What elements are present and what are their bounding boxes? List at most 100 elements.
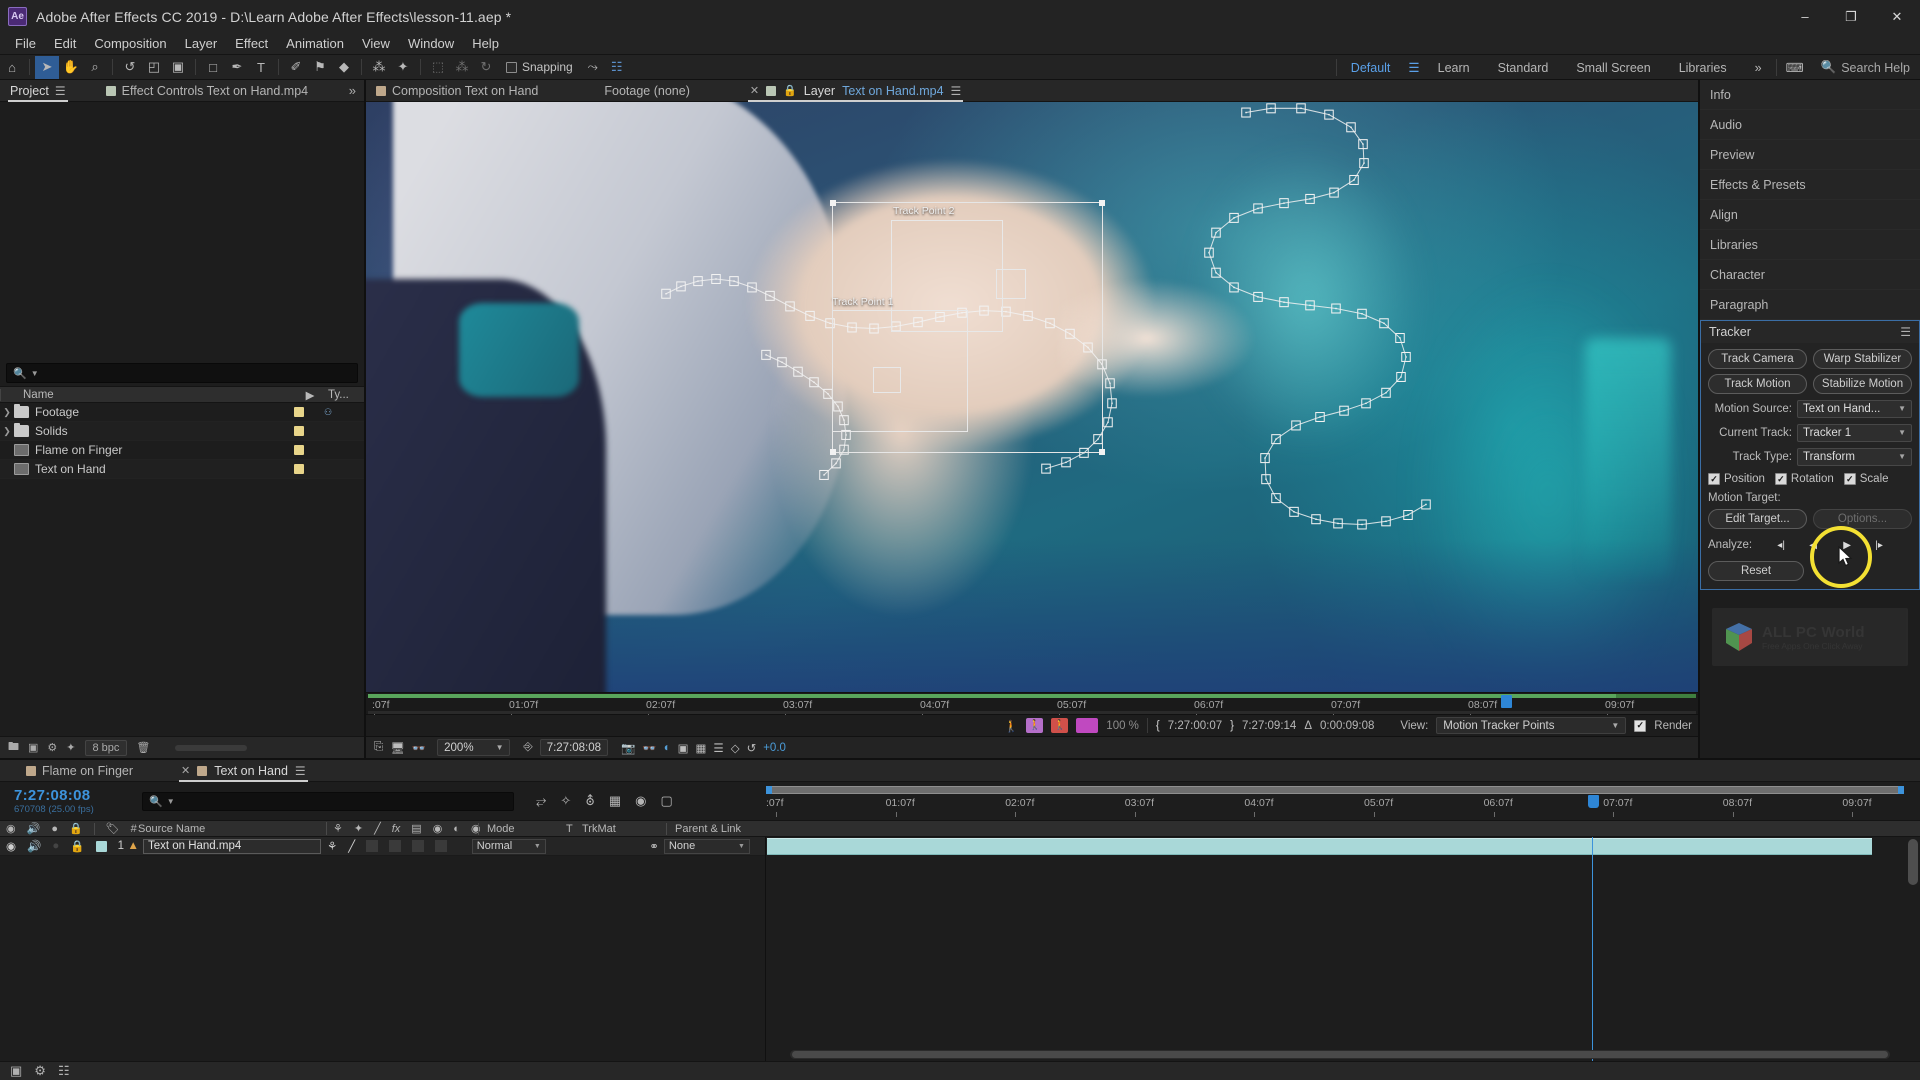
parent-pickwhip-icon[interactable]: ⚭ (649, 839, 659, 853)
frame-render-time-icon[interactable]: ⚙ (34, 1063, 46, 1079)
viewer-work-area[interactable] (368, 694, 1696, 698)
project-zoom-slider[interactable] (175, 744, 248, 751)
menu-composition[interactable]: Composition (85, 34, 175, 53)
workspace-standard[interactable]: Standard (1484, 55, 1563, 80)
panel-libraries[interactable]: Libraries (1700, 230, 1920, 260)
motion-blur-icon[interactable]: ◉ (433, 822, 443, 835)
timeline-vertical-scrollbar[interactable] (1908, 837, 1918, 1061)
analyze-1-backward-icon[interactable]: ◂| (1772, 536, 1790, 554)
hide-shy-layers-icon[interactable]: ⛢ (585, 793, 595, 809)
label-column-header-icon[interactable]: 🏷 (106, 822, 120, 835)
resolution-icon[interactable]: ▣ (678, 741, 689, 755)
lock-icon[interactable]: 🔒 (783, 84, 797, 97)
tab-flame-on-finger[interactable]: Flame on Finger (16, 760, 143, 782)
options-button[interactable]: Options... (1813, 509, 1912, 529)
track-motion-button[interactable]: Track Motion (1708, 374, 1807, 394)
mode-column-header[interactable]: Mode (478, 822, 566, 835)
distribute-tool-icon[interactable]: ⁂ (450, 56, 474, 79)
current-track-dropdown[interactable]: Tracker 1 ▼ (1797, 423, 1912, 442)
collapse-icon[interactable]: ✦ (354, 822, 363, 835)
pen-tool-icon[interactable]: ✒ (225, 56, 249, 79)
tab-composition[interactable]: Composition Text on Hand (366, 80, 548, 102)
puppet-pin-tool-icon[interactable]: ✦ (391, 56, 415, 79)
layer-label-color[interactable] (95, 840, 107, 852)
menu-file[interactable]: File (6, 34, 45, 53)
viewer-timecode[interactable]: 7:27:08:08 (539, 739, 609, 756)
project-item-row[interactable]: ❯ Footage ⚇ (0, 403, 364, 422)
analyze-backward-icon[interactable]: ◀ (1804, 536, 1822, 554)
shape-tool-icon[interactable]: □ (201, 56, 225, 79)
panel-menu-icon[interactable]: ☰ (55, 84, 66, 98)
project-item-label-color[interactable] (294, 407, 304, 417)
minimize-button[interactable]: – (1782, 0, 1828, 33)
show-snapshot-icon[interactable]: 👓 (642, 741, 656, 755)
scale-checkbox[interactable]: ✓ (1843, 473, 1856, 485)
layer-effects-toggle[interactable] (366, 840, 379, 852)
workspace-libraries[interactable]: Libraries (1665, 55, 1741, 80)
toggle-switches-modes-icon[interactable]: ▣ (10, 1063, 22, 1079)
layer-3d-toggle[interactable] (435, 840, 448, 852)
brush-tool-icon[interactable]: ✐ (284, 56, 308, 79)
layer-lock-toggle[interactable]: 🔒 (70, 839, 84, 853)
project-item-label-color[interactable] (294, 464, 304, 474)
snap-magnet-icon[interactable]: ⤳ (581, 56, 605, 79)
reset-button[interactable]: Reset (1708, 561, 1804, 581)
menu-animation[interactable]: Animation (277, 34, 353, 53)
wireframe-quality-icon[interactable]: 🚶 (1051, 718, 1069, 733)
panel-paragraph[interactable]: Paragraph (1700, 290, 1920, 320)
audio-switch-header-icon[interactable]: 🔊 (27, 822, 41, 835)
snap-grid-icon[interactable]: ☷ (605, 56, 629, 79)
layer-audio-toggle[interactable]: 🔊 (27, 839, 41, 853)
toggle-viewer-icon[interactable]: 🖥 (390, 741, 405, 755)
eraser-tool-icon[interactable]: ◆ (332, 56, 356, 79)
snapping-control[interactable]: Snapping (506, 60, 573, 74)
panel-menu-icon[interactable]: ☰ (295, 764, 306, 778)
transform-tool-icon[interactable]: ↻ (474, 56, 498, 79)
reset-exposure-icon[interactable]: ↺ (747, 741, 757, 755)
out-point-value[interactable]: 7:27:09:14 (1242, 720, 1296, 732)
layer-motion-blur-toggle[interactable] (412, 840, 425, 852)
zoom-tool-icon[interactable]: ⌕ (83, 56, 107, 79)
project-settings-icon[interactable]: ⚙ (47, 741, 57, 754)
search-help-box[interactable]: 🔍 Search Help (1813, 60, 1920, 75)
viewer-playhead[interactable] (1501, 695, 1512, 708)
magnification-dropdown[interactable]: 200% ▼ (437, 739, 511, 756)
guides-icon[interactable]: ☰ (713, 741, 723, 755)
panel-menu-icon[interactable]: ☰ (1900, 325, 1911, 339)
expand-arrow-icon[interactable]: ❯ (0, 407, 14, 418)
transparency-grid-icon[interactable]: ▦ (696, 741, 707, 755)
source-name-column-header[interactable]: Source Name (132, 823, 326, 835)
analyze-1-forward-icon[interactable]: |▸ (1870, 536, 1888, 554)
layer-viewer[interactable]: Track Point 2 Track Point 1 (366, 102, 1698, 692)
color-depth-icon[interactable]: ✦ (66, 741, 75, 754)
menu-help[interactable]: Help (463, 34, 508, 53)
project-search-box[interactable]: 🔍 ▼ (6, 363, 358, 383)
bbox-handle-bl[interactable] (830, 449, 836, 455)
maximize-button[interactable]: ❐ (1828, 0, 1874, 33)
channels-icon[interactable]: ◐ (664, 742, 671, 754)
layer-solo-toggle[interactable]: ● (52, 840, 59, 852)
graph-editor-icon[interactable]: ▢ (660, 793, 672, 809)
new-comp-icon[interactable]: ▣ (28, 741, 38, 754)
in-point-value[interactable]: 7:27:00:07 (1168, 720, 1222, 732)
edit-target-button[interactable]: Edit Target... (1708, 509, 1807, 529)
adjustment-icon[interactable]: ◐ (453, 823, 460, 835)
timeline-search-box[interactable]: 🔍 ▼ (142, 791, 514, 811)
exposure-value[interactable]: +0.0 (763, 742, 786, 754)
video-switch-header-icon[interactable]: ◉ (6, 822, 16, 835)
layer-clip-bar[interactable] (767, 838, 1872, 855)
timeline-layer-row[interactable]: ◉ 🔊 ● 🔒 1 ▲ Text on Hand.mp4 ⚘ ╱ Normal ▼ ⚭ None ▼ (0, 837, 765, 856)
resolution-swatch-icon[interactable] (1076, 718, 1099, 733)
tab-text-on-hand[interactable]: ✕ Text on Hand ☰ (171, 760, 316, 782)
3d-view-icon[interactable]: 👓 (412, 741, 426, 755)
column-header-label[interactable]: ▶ (296, 388, 324, 402)
project-item-row[interactable]: Flame on Finger (0, 441, 364, 460)
type-tool-icon[interactable]: T (249, 56, 273, 79)
workspace-learn[interactable]: Learn (1424, 55, 1484, 80)
expand-arrow-icon[interactable]: ❯ (0, 426, 14, 437)
draft-quality-icon[interactable]: 🚶 (1026, 718, 1044, 733)
layer-frame-blend-toggle[interactable] (389, 840, 402, 852)
panel-character[interactable]: Character (1700, 260, 1920, 290)
rotation-tool-icon[interactable]: ↺ (118, 56, 142, 79)
project-search-input[interactable] (42, 366, 351, 380)
